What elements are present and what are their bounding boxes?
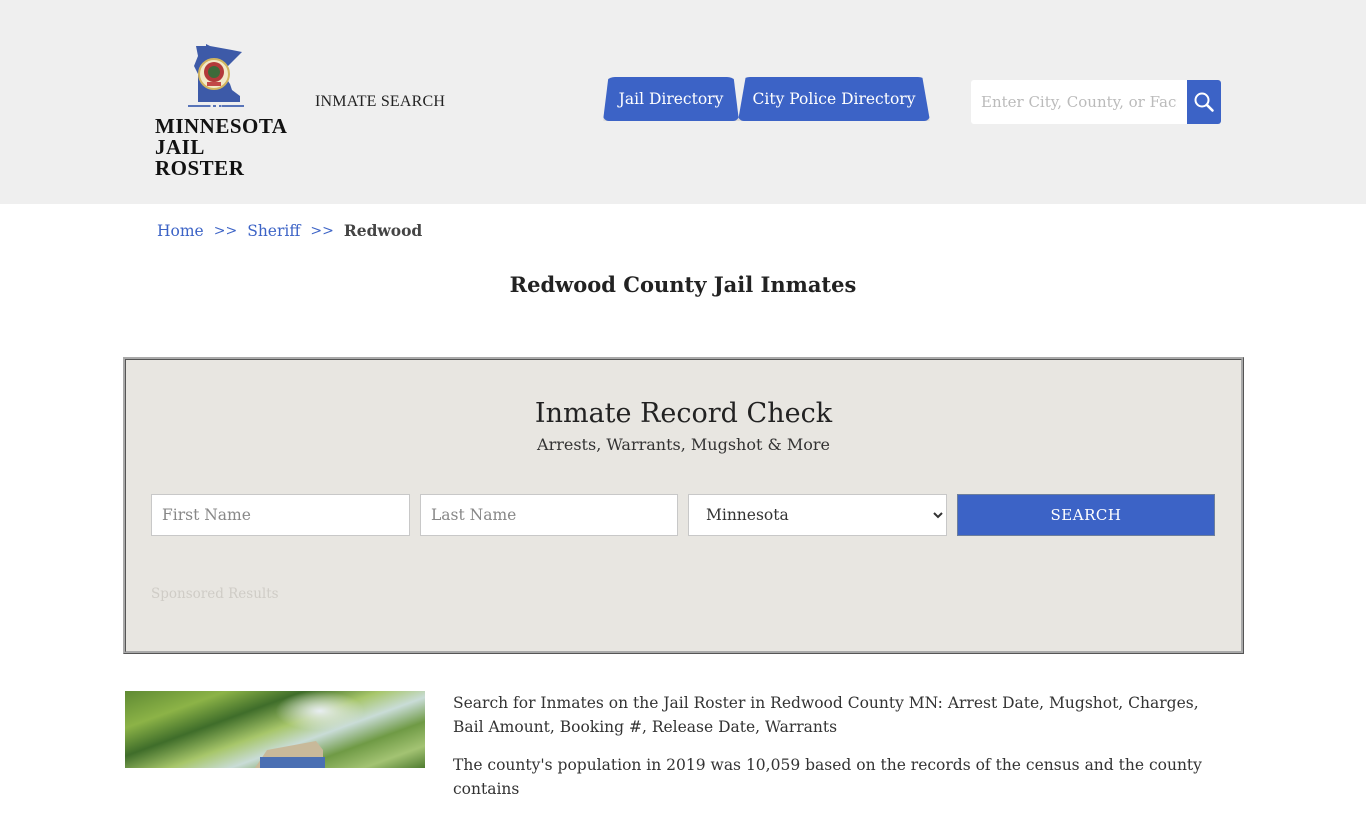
description-paragraph: The county's population in 2019 was 10,0… xyxy=(453,753,1223,801)
breadcrumb-current: Redwood xyxy=(344,221,422,240)
county-description: Search for Inmates on the Jail Roster in… xyxy=(453,691,1223,815)
site-logo[interactable]: MINNESOTA JAIL ROSTER xyxy=(150,44,290,160)
image-sky-patch xyxy=(275,691,365,731)
logo-text-line2: JAIL ROSTER xyxy=(155,137,290,179)
breadcrumb: Home >> Sheriff >> Redwood xyxy=(157,221,422,240)
panel-subtitle: Arrests, Warrants, Mugshot & More xyxy=(126,435,1241,454)
county-jail-image xyxy=(125,691,425,768)
state-select[interactable]: Minnesota xyxy=(688,494,947,536)
image-building-window xyxy=(260,757,325,768)
site-header: MINNESOTA JAIL ROSTER INMATE SEARCH Jail… xyxy=(0,0,1366,204)
nav-tab-city-police-directory[interactable]: City Police Directory xyxy=(738,77,930,121)
description-paragraph: Search for Inmates on the Jail Roster in… xyxy=(453,691,1223,739)
search-button[interactable]: SEARCH xyxy=(957,494,1215,536)
breadcrumb-separator: >> xyxy=(214,223,237,239)
record-search-form: Minnesota SEARCH xyxy=(151,494,1217,536)
facility-search xyxy=(971,80,1221,124)
panel-title: Inmate Record Check xyxy=(126,398,1241,429)
inmate-search-link[interactable]: INMATE SEARCH xyxy=(315,93,445,111)
breadcrumb-separator: >> xyxy=(310,223,333,239)
logo-divider xyxy=(188,105,244,107)
page-title: Redwood County Jail Inmates xyxy=(0,272,1366,297)
nav-tab-jail-directory[interactable]: Jail Directory xyxy=(603,77,739,121)
facility-search-button[interactable] xyxy=(1187,80,1221,124)
breadcrumb-home[interactable]: Home xyxy=(157,222,204,240)
minnesota-map-icon xyxy=(192,44,244,102)
sponsored-results-label: Sponsored Results xyxy=(151,586,279,602)
last-name-input[interactable] xyxy=(420,494,678,536)
breadcrumb-sheriff[interactable]: Sheriff xyxy=(247,222,300,240)
inmate-record-check-panel: Inmate Record Check Arrests, Warrants, M… xyxy=(123,357,1244,654)
first-name-input[interactable] xyxy=(151,494,410,536)
logo-text-line1: MINNESOTA xyxy=(155,116,287,137)
facility-search-input[interactable] xyxy=(971,80,1187,124)
search-icon xyxy=(1193,91,1215,113)
